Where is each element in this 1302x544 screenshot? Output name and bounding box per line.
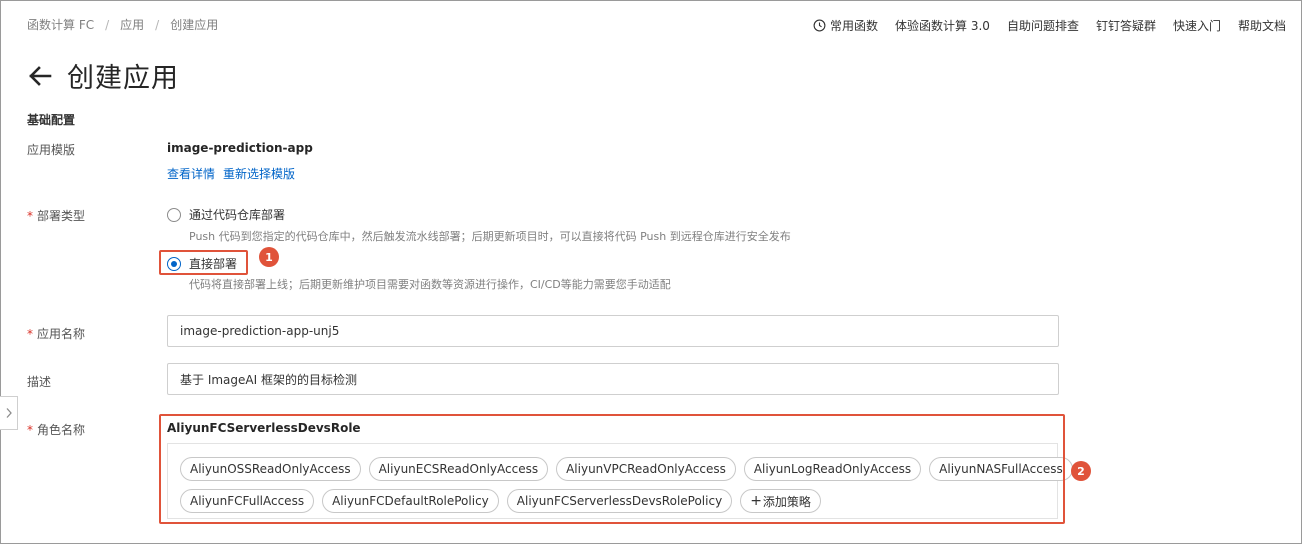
description-label: 描述: [27, 373, 51, 390]
add-policy-label: 添加策略: [762, 494, 811, 509]
radio-repo-deploy[interactable]: 通过代码仓库部署: [167, 206, 285, 223]
step-marker-1: 1: [259, 247, 279, 267]
breadcrumb-item-create-app: 创建应用: [170, 18, 219, 32]
sidebar-expand-toggle[interactable]: [0, 396, 18, 430]
chevron-right-icon: [6, 408, 12, 418]
deploy-type-label: * 部署类型: [27, 207, 85, 224]
description-label-text: 描述: [27, 375, 52, 389]
breadcrumb: 函数计算 FC / 应用 / 创建应用: [27, 16, 218, 33]
policy-tag: AliyunNASFullAccess: [929, 457, 1073, 481]
step-marker-2: 2: [1071, 461, 1091, 481]
nav-help-docs[interactable]: 帮助文档: [1238, 17, 1286, 34]
radio-description: 代码将直接部署上线；后期更新维护项目需要对函数等资源进行操作，CI/CD等能力需…: [189, 278, 671, 291]
nav-label: 常用函数: [830, 19, 879, 33]
nav-try-fc3[interactable]: 体验函数计算 3.0: [895, 17, 990, 34]
section-title: 基础配置: [27, 113, 76, 127]
required-mark: *: [27, 327, 33, 341]
description-input[interactable]: 基于 ImageAI 框架的的目标检测: [167, 363, 1059, 395]
radio-label: 直接部署: [189, 257, 238, 271]
radio-button-checked[interactable]: [167, 256, 181, 271]
page-title: 创建应用: [67, 63, 179, 94]
policy-row-2: AliyunFCFullAccess AliyunFCDefaultRolePo…: [180, 489, 829, 513]
add-policy-button[interactable]: + 添加策略: [740, 489, 821, 513]
reselect-template-link[interactable]: 重新选择模版: [223, 165, 295, 182]
plus-icon: +: [750, 493, 762, 509]
nav-self-troubleshoot[interactable]: 自助问题排查: [1007, 17, 1079, 34]
app-name-label-text: 应用名称: [37, 327, 86, 341]
clock-icon: [813, 19, 826, 32]
required-mark: *: [27, 209, 33, 223]
policy-panel: AliyunOSSReadOnlyAccess AliyunECSReadOnl…: [167, 443, 1073, 519]
radio-description: Push 代码到您指定的代码仓库中，然后触发流水线部署；后期更新项目时，可以直接…: [189, 230, 791, 243]
nav-quick-start[interactable]: 快速入门: [1173, 17, 1221, 34]
policy-tag: AliyunECSReadOnlyAccess: [368, 457, 549, 481]
view-details-link[interactable]: 查看详情: [167, 165, 215, 182]
role-label-text: 角色名称: [37, 423, 86, 437]
role-name: AliyunFCServerlessDevsRole: [167, 421, 361, 435]
back-arrow-icon[interactable]: [27, 63, 53, 89]
policy-tag: AliyunFCDefaultRolePolicy: [322, 489, 499, 513]
radio-button[interactable]: [167, 207, 181, 222]
deploy-type-label-text: 部署类型: [37, 209, 86, 223]
description-value: 基于 ImageAI 框架的的目标检测: [180, 372, 357, 387]
page-header: 创建应用: [27, 56, 179, 95]
breadcrumb-item-fc[interactable]: 函数计算 FC: [27, 16, 94, 33]
breadcrumb-separator: /: [105, 17, 110, 32]
policy-tag: AliyunLogReadOnlyAccess: [743, 457, 922, 481]
app-name-label: * 应用名称: [27, 325, 85, 342]
radio-direct-deploy[interactable]: 直接部署: [167, 255, 237, 272]
template-links: 查看详情 重新选择模版: [167, 165, 303, 182]
required-mark: *: [27, 423, 33, 437]
template-label-text: 应用模版: [27, 143, 76, 157]
radio-label: 通过代码仓库部署: [189, 208, 286, 222]
nav-dingtalk-group[interactable]: 钉钉答疑群: [1096, 17, 1156, 34]
app-name-value: image-prediction-app-unj5: [180, 324, 340, 338]
policy-tag: AliyunFCFullAccess: [180, 489, 315, 513]
role-label: * 角色名称: [27, 421, 85, 438]
template-label: 应用模版: [27, 141, 75, 158]
app-name-input[interactable]: image-prediction-app-unj5: [167, 315, 1059, 347]
policy-row-1: AliyunOSSReadOnlyAccess AliyunECSReadOnl…: [180, 457, 1081, 481]
breadcrumb-item-apps[interactable]: 应用: [120, 16, 144, 33]
nav-common-functions[interactable]: 常用函数: [813, 17, 878, 34]
policy-tag: AliyunVPCReadOnlyAccess: [556, 457, 736, 481]
policy-tag: AliyunOSSReadOnlyAccess: [180, 457, 361, 481]
policy-tag: AliyunFCServerlessDevsRolePolicy: [506, 489, 733, 513]
top-nav: 常用函数 体验函数计算 3.0 自助问题排查 钉钉答疑群 快速入门 帮助文档: [813, 17, 1286, 34]
breadcrumb-separator: /: [155, 17, 160, 32]
template-name: image-prediction-app: [167, 141, 313, 155]
